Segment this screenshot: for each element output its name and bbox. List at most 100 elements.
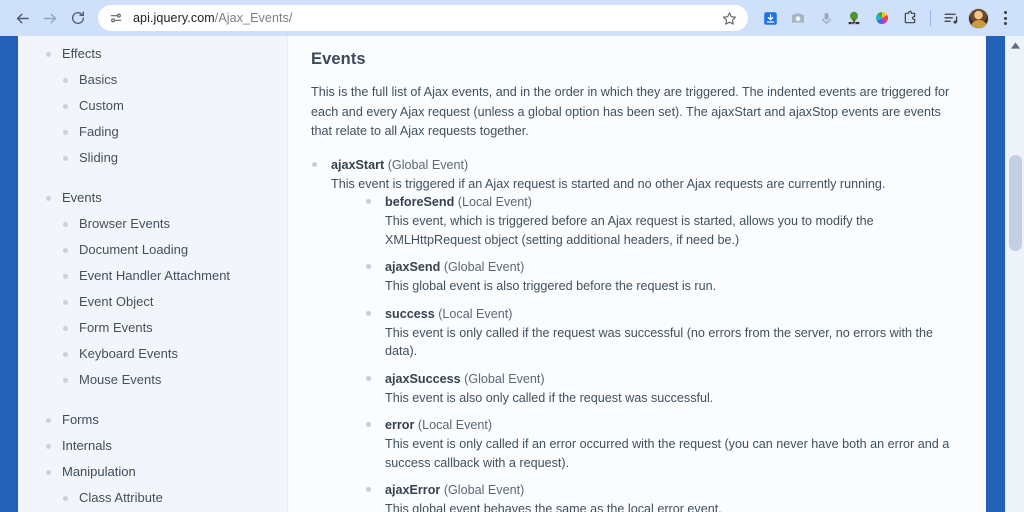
event-heading: beforeSend (Local Event) — [385, 193, 962, 211]
bullet-icon — [46, 470, 51, 475]
event-description: This event is triggered if an Ajax reque… — [331, 176, 886, 191]
bullet-icon — [366, 199, 371, 204]
bullet-icon — [63, 248, 68, 253]
bullet-icon — [366, 310, 371, 316]
sidebar-item-form-events[interactable]: Form Events — [18, 318, 287, 344]
nested-events-list: beforeSend (Local Event) This event, whic… — [365, 193, 962, 512]
sidebar-item-label: Event Object — [79, 294, 154, 309]
event-scope-label: (Local Event) — [438, 306, 513, 321]
event-name: ajaxSend — [385, 260, 441, 274]
bullet-icon — [63, 130, 68, 135]
sidebar-item-label: Sliding — [79, 150, 119, 165]
sidebar-item-mouse-events[interactable]: Mouse Events — [18, 370, 287, 396]
sidebar-item-keyboard-events[interactable]: Keyboard Events — [18, 344, 287, 370]
profile-avatar[interactable] — [968, 7, 989, 29]
sidebar-item-label: Fading — [79, 124, 119, 139]
event-name: ajaxSuccess — [385, 371, 461, 386]
page-title: Events — [311, 50, 366, 68]
screenshot-camera-icon[interactable] — [785, 5, 811, 31]
event-name: success — [385, 306, 435, 321]
sidebar-item-effects[interactable]: Effects — [18, 44, 287, 70]
event-heading: error (Local Event) — [385, 416, 962, 434]
bullet-icon — [46, 52, 51, 57]
sidebar-item-label: Effects — [62, 46, 102, 61]
bullet-icon — [366, 422, 371, 427]
scrollbar-thumb[interactable] — [1009, 155, 1022, 251]
event-item-ajaxStart: ajaxStart (Global Event) This event is tr… — [311, 156, 962, 512]
bullet-icon — [63, 300, 68, 305]
download-icon[interactable] — [757, 5, 783, 31]
main-content: Events This is the full list of Ajax eve… — [289, 36, 1002, 512]
event-heading: success (Local Event) — [385, 305, 962, 323]
event-scope-label: (Global Event) — [464, 371, 545, 386]
sidebar-item-event-object[interactable]: Event Object — [18, 292, 287, 318]
sidebar-item-fading[interactable]: Fading — [18, 122, 287, 148]
reload-icon[interactable] — [64, 4, 92, 32]
scroll-up-arrow-icon[interactable] — [1006, 38, 1024, 52]
sidebar-item-internals[interactable]: Internals — [18, 436, 287, 462]
site-settings-icon[interactable] — [108, 10, 124, 26]
microphone-icon[interactable] — [813, 5, 839, 31]
sidebar-item-label: Event Handler Attachment — [79, 268, 231, 283]
sidebar-item-custom[interactable]: Custom — [18, 96, 287, 122]
sidebar-item-label: Browser Events — [79, 216, 171, 231]
sidebar-item-basics[interactable]: Basics — [18, 70, 287, 96]
event-name: error — [385, 418, 415, 432]
event-description: This global event behaves the same as th… — [385, 502, 722, 512]
bullet-icon — [312, 161, 317, 167]
color-picker-icon[interactable] — [869, 5, 895, 31]
event-scope-label: (Local Event) — [417, 418, 493, 432]
back-arrow-icon[interactable] — [8, 4, 36, 32]
bullet-icon — [63, 326, 68, 331]
forward-arrow-icon[interactable] — [36, 4, 64, 32]
event-item-ajaxSuccess: ajaxSuccess (Global Event) This event is … — [365, 370, 962, 408]
event-item-error: error (Local Event) This event is only ca… — [365, 416, 962, 472]
address-bar[interactable]: api.jquery.com/Ajax_Events/ — [98, 5, 748, 31]
html-validator-icon[interactable]: HTML — [841, 5, 867, 31]
event-name: ajaxStart — [331, 157, 385, 172]
bullet-icon — [46, 196, 51, 201]
event-description: This event is also only called if the re… — [385, 390, 714, 405]
event-description: This event is only called if an error oc… — [385, 437, 950, 470]
event-item-ajaxError: ajaxError (Global Event) This global even… — [365, 481, 962, 512]
url-domain: api.jquery.com — [133, 11, 215, 25]
event-scope-label: (Global Event) — [443, 483, 525, 497]
sidebar-item-label: Mouse Events — [79, 372, 162, 387]
intro-paragraph: This is the full list of Ajax events, an… — [311, 85, 950, 138]
bullet-icon — [366, 375, 371, 381]
event-description: This event, which is triggered before an… — [385, 214, 874, 247]
event-description: This event is only called if the request… — [385, 325, 934, 359]
reading-list-icon[interactable] — [938, 5, 964, 31]
event-scope-label: (Global Event) — [443, 260, 525, 274]
event-name: ajaxError — [385, 483, 441, 497]
three-dot-menu-icon[interactable] — [994, 5, 1016, 31]
sidebar-item-label: Basics — [79, 72, 118, 87]
sidebar-item-label: Class Attribute — [79, 490, 163, 505]
event-item-success: success (Local Event) This event is only … — [365, 305, 962, 361]
sidebar-item-document-loading[interactable]: Document Loading — [18, 240, 287, 266]
extensions-puzzle-icon[interactable] — [897, 5, 923, 31]
bullet-icon — [63, 274, 68, 279]
sidebar-item-label: Internals — [62, 438, 112, 453]
sidebar-item-sliding[interactable]: Sliding — [18, 148, 287, 174]
vertical-scrollbar[interactable] — [1005, 36, 1024, 512]
sidebar-item-forms[interactable]: Forms — [18, 410, 287, 436]
sidebar-item-label: Keyboard Events — [79, 346, 179, 361]
url-text[interactable]: api.jquery.com/Ajax_Events/ — [133, 11, 714, 25]
events-list: ajaxStart (Global Event) This event is tr… — [311, 156, 962, 512]
bullet-icon — [63, 78, 68, 83]
sidebar-item-label: Form Events — [79, 320, 153, 335]
event-heading: ajaxSend (Global Event) — [385, 258, 962, 276]
sidebar-item-label: Document Loading — [79, 242, 189, 257]
sidebar-item-events[interactable]: Events — [18, 188, 287, 214]
sidebar-item-label: Custom — [79, 98, 124, 113]
bullet-icon — [63, 496, 68, 501]
star-icon[interactable] — [718, 7, 740, 29]
docs-sidebar-nav[interactable]: Effects Basics Custom Fading Sliding Events Br… — [18, 36, 288, 512]
event-heading: ajaxStart (Global Event) — [331, 156, 962, 174]
sidebar-item-event-handler-attachment[interactable]: Event Handler Attachment — [18, 266, 287, 292]
toolbar-divider — [930, 10, 931, 26]
sidebar-item-manipulation[interactable]: Manipulation — [18, 462, 287, 488]
sidebar-item-class-attribute[interactable]: Class Attribute — [18, 488, 287, 512]
sidebar-item-browser-events[interactable]: Browser Events — [18, 214, 287, 240]
